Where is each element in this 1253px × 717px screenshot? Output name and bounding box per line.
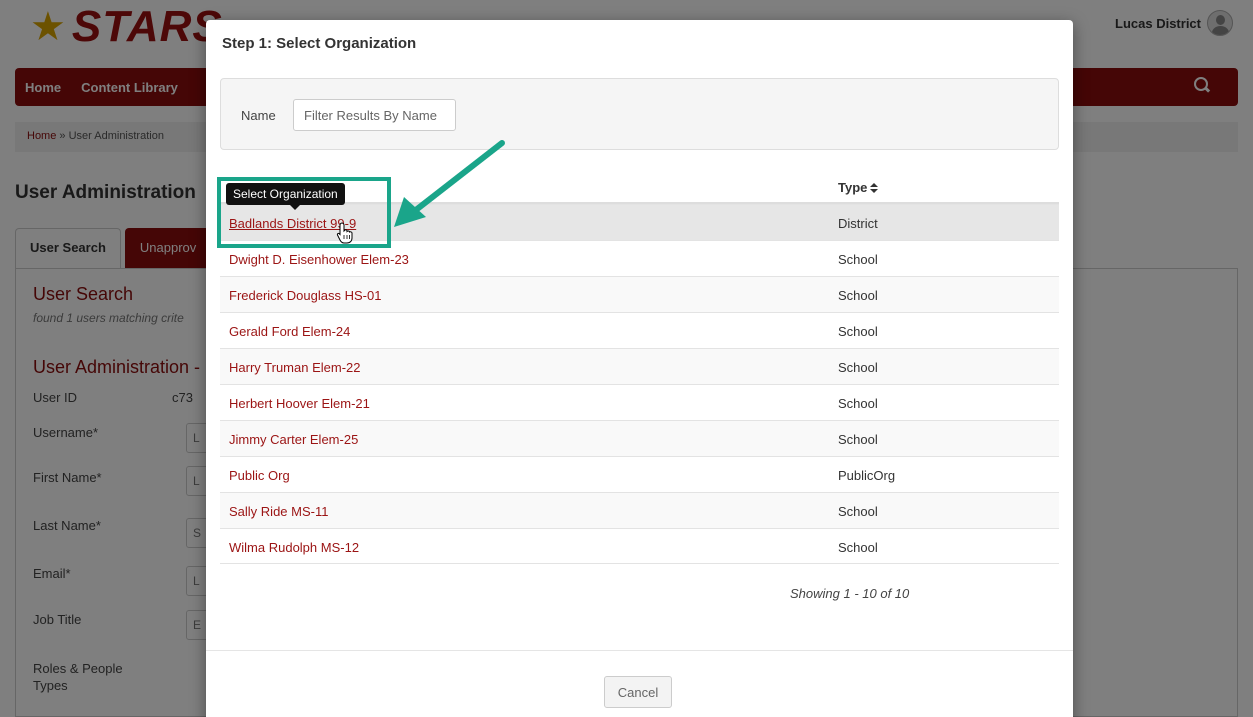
table-row[interactable]: Gerald Ford Elem-24 School xyxy=(220,312,1059,348)
table-row[interactable]: Wilma Rudolph MS-12 School xyxy=(220,528,1059,564)
org-type: School xyxy=(838,504,878,519)
org-name-link[interactable]: Dwight D. Eisenhower Elem-23 xyxy=(229,252,409,267)
org-type: School xyxy=(838,324,878,339)
org-name-link[interactable]: Herbert Hoover Elem-21 xyxy=(229,396,370,411)
table-row[interactable]: Frederick Douglass HS-01 School xyxy=(220,276,1059,312)
filter-panel: Name xyxy=(220,78,1059,150)
pointer-arrow-icon xyxy=(394,140,505,227)
org-type: School xyxy=(838,360,878,375)
org-name-link[interactable]: Sally Ride MS-11 xyxy=(229,504,328,519)
filter-name-input[interactable] xyxy=(293,99,456,131)
table-row[interactable]: Herbert Hoover Elem-21 School xyxy=(220,384,1059,420)
org-name-link[interactable]: Jimmy Carter Elem-25 xyxy=(229,432,358,447)
org-type: School xyxy=(838,288,878,303)
org-type: District xyxy=(838,216,878,231)
org-name-link[interactable]: Wilma Rudolph MS-12 xyxy=(229,540,359,555)
org-name-link[interactable]: Gerald Ford Elem-24 xyxy=(229,324,350,339)
hand-cursor-icon xyxy=(336,222,353,244)
table-row[interactable]: Harry Truman Elem-22 School xyxy=(220,348,1059,384)
table-row[interactable]: Jimmy Carter Elem-25 School xyxy=(220,420,1059,456)
org-type: School xyxy=(838,252,878,267)
cancel-button[interactable]: Cancel xyxy=(604,676,672,708)
table-row[interactable]: Public Org PublicOrg xyxy=(220,456,1059,492)
filter-name-label: Name xyxy=(241,108,276,123)
org-type: School xyxy=(838,432,878,447)
type-column-header[interactable]: Type xyxy=(838,180,879,195)
modal-footer xyxy=(206,650,1073,651)
sort-icon xyxy=(870,183,879,193)
org-type: School xyxy=(838,540,878,555)
highlight-box xyxy=(217,177,391,248)
table-row[interactable]: Sally Ride MS-11 School xyxy=(220,492,1059,528)
org-type: School xyxy=(838,396,878,411)
org-name-link[interactable]: Public Org xyxy=(229,468,290,483)
pagination-summary: Showing 1 - 10 of 10 xyxy=(790,586,910,601)
modal-title: Step 1: Select Organization xyxy=(222,35,417,52)
select-organization-modal: Step 1: Select Organization Name Type Ba… xyxy=(206,20,1073,717)
org-name-link[interactable]: Harry Truman Elem-22 xyxy=(229,360,360,375)
org-type: PublicOrg xyxy=(838,468,896,483)
org-name-link[interactable]: Frederick Douglass HS-01 xyxy=(229,288,381,303)
